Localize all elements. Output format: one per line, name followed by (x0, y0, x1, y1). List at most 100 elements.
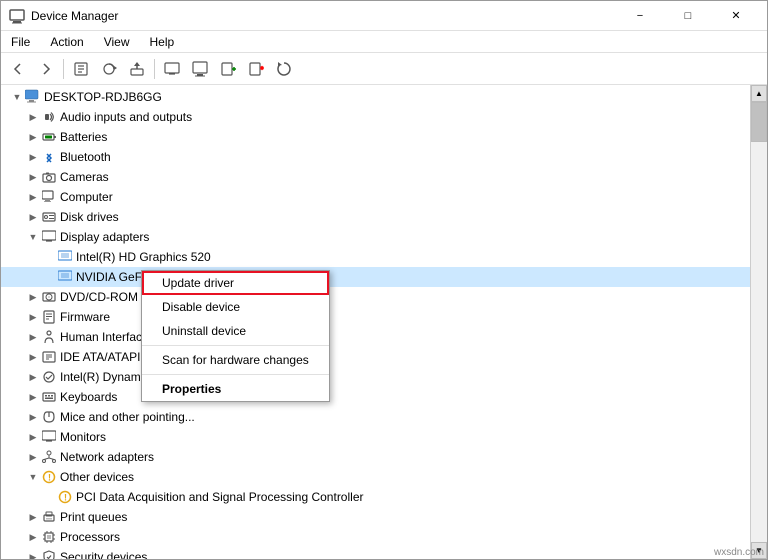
tree-firmware[interactable]: ▶ Firmware (1, 307, 750, 327)
display-icon (41, 229, 57, 245)
display-label: Display adapters (60, 230, 149, 244)
processors-label: Processors (60, 530, 120, 544)
menu-view[interactable]: View (94, 31, 140, 52)
battery-icon (41, 129, 57, 145)
expand-root[interactable]: ▼ (9, 89, 25, 105)
back-button[interactable] (5, 56, 31, 82)
monitor-button[interactable] (159, 56, 185, 82)
expand-human[interactable]: ▶ (25, 329, 41, 345)
expand-dvd[interactable]: ▶ (25, 289, 41, 305)
tree-intel-dyn[interactable]: ▶ Intel(R) Dynamic Platform... (1, 367, 750, 387)
tree-display[interactable]: ▼ Display adapters (1, 227, 750, 247)
expand-print[interactable]: ▶ (25, 509, 41, 525)
tree-audio[interactable]: ▶ Audio inputs and outputs (1, 107, 750, 127)
expand-network[interactable]: ▶ (25, 449, 41, 465)
security-label: Security devices (60, 550, 147, 559)
update-driver-button[interactable] (124, 56, 150, 82)
remove-button[interactable] (243, 56, 269, 82)
tree-monitors[interactable]: ▶ Monitors (1, 427, 750, 447)
expand-intel-dyn[interactable]: ▶ (25, 369, 41, 385)
intel-dyn-icon (41, 369, 57, 385)
tree-disk[interactable]: ▶ Disk drives (1, 207, 750, 227)
expand-firmware[interactable]: ▶ (25, 309, 41, 325)
scrollbar-track[interactable] (751, 102, 767, 542)
close-button[interactable]: ✕ (713, 4, 759, 28)
security-icon (41, 549, 57, 559)
network-label: Network adapters (60, 450, 154, 464)
tree-pci[interactable]: ▶ ! PCI Data Acquisition and Signal Proc… (1, 487, 750, 507)
expand-other[interactable]: ▼ (25, 469, 41, 485)
tree-panel[interactable]: ▼ DESKTOP-RDJB6GG ▶ (1, 85, 750, 559)
expand-audio[interactable]: ▶ (25, 109, 41, 125)
other-label: Other devices (60, 470, 134, 484)
computer-button[interactable] (187, 56, 213, 82)
tree-dvd[interactable]: ▶ DVD/CD-ROM drives (1, 287, 750, 307)
tree-human[interactable]: ▶ Human Interface Devices (1, 327, 750, 347)
tree-ide[interactable]: ▶ IDE ATA/ATAPI controllers (1, 347, 750, 367)
ide-icon (41, 349, 57, 365)
expand-mice[interactable]: ▶ (25, 409, 41, 425)
scroll-up-button[interactable]: ▲ (751, 85, 767, 102)
context-sep-2 (142, 374, 329, 375)
tree-batteries[interactable]: ▶ Batteries (1, 127, 750, 147)
context-update-driver[interactable]: Update driver (142, 271, 329, 295)
forward-button[interactable] (33, 56, 59, 82)
menu-action[interactable]: Action (40, 31, 93, 52)
context-scan[interactable]: Scan for hardware changes (142, 348, 329, 372)
context-disable-device[interactable]: Disable device (142, 295, 329, 319)
tree-security[interactable]: ▶ Security devices (1, 547, 750, 559)
expand-processors[interactable]: ▶ (25, 529, 41, 545)
expand-display[interactable]: ▼ (25, 229, 41, 245)
context-menu: Update driver Disable device Uninstall d… (141, 270, 330, 402)
tree-mice[interactable]: ▶ Mice and other pointing... (1, 407, 750, 427)
expand-disk[interactable]: ▶ (25, 209, 41, 225)
processor-icon (41, 529, 57, 545)
tree-print[interactable]: ▶ Print queues (1, 507, 750, 527)
computer-icon (25, 89, 41, 105)
tree-intel-gpu[interactable]: ▶ Intel(R) HD Graphics 520 (1, 247, 750, 267)
disk-icon (41, 209, 57, 225)
print-icon (41, 509, 57, 525)
menu-file[interactable]: File (1, 31, 40, 52)
scrollbar[interactable]: ▲ ▼ (750, 85, 767, 559)
firmware-icon (41, 309, 57, 325)
tree-other[interactable]: ▼ ! Other devices (1, 467, 750, 487)
expand-cameras[interactable]: ▶ (25, 169, 41, 185)
scrollbar-thumb[interactable] (751, 102, 767, 142)
audio-label: Audio inputs and outputs (60, 110, 192, 124)
window-title: Device Manager (31, 9, 617, 23)
expand-ide[interactable]: ▶ (25, 349, 41, 365)
expand-bluetooth[interactable]: ▶ (25, 149, 41, 165)
tree-processors[interactable]: ▶ Processors (1, 527, 750, 547)
tree-bluetooth[interactable]: ▶ Bluetooth (1, 147, 750, 167)
context-uninstall-device[interactable]: Uninstall device (142, 319, 329, 343)
disk-label: Disk drives (60, 210, 119, 224)
tree-cameras[interactable]: ▶ Cameras (1, 167, 750, 187)
tree-computer[interactable]: ▶ Computer (1, 187, 750, 207)
expand-security[interactable]: ▶ (25, 549, 41, 559)
expand-keyboards[interactable]: ▶ (25, 389, 41, 405)
device-manager-window: Device Manager − □ ✕ File Action View He… (0, 0, 768, 560)
main-content: ▼ DESKTOP-RDJB6GG ▶ (1, 85, 767, 559)
expand-monitors[interactable]: ▶ (25, 429, 41, 445)
svg-text:!: ! (48, 473, 51, 483)
tree-network[interactable]: ▶ Network adapters (1, 447, 750, 467)
svg-text:!: ! (64, 493, 67, 503)
properties-button[interactable] (68, 56, 94, 82)
maximize-button[interactable]: □ (665, 4, 711, 28)
toolbar (1, 53, 767, 85)
add-button[interactable] (215, 56, 241, 82)
expand-computer[interactable]: ▶ (25, 189, 41, 205)
mice-label: Mice and other pointing... (60, 410, 195, 424)
camera-icon (41, 169, 57, 185)
tree-nvidia-gpu[interactable]: ▶ NVIDIA GeForce 940M (1, 267, 750, 287)
minimize-button[interactable]: − (617, 4, 663, 28)
context-properties[interactable]: Properties (142, 377, 329, 401)
tree-keyboards[interactable]: ▶ Keyboards (1, 387, 750, 407)
toolbar-separator-2 (154, 59, 155, 79)
scan-button[interactable] (96, 56, 122, 82)
tree-root[interactable]: ▼ DESKTOP-RDJB6GG (1, 87, 750, 107)
refresh-button[interactable] (271, 56, 297, 82)
menu-help[interactable]: Help (140, 31, 185, 52)
expand-batteries[interactable]: ▶ (25, 129, 41, 145)
